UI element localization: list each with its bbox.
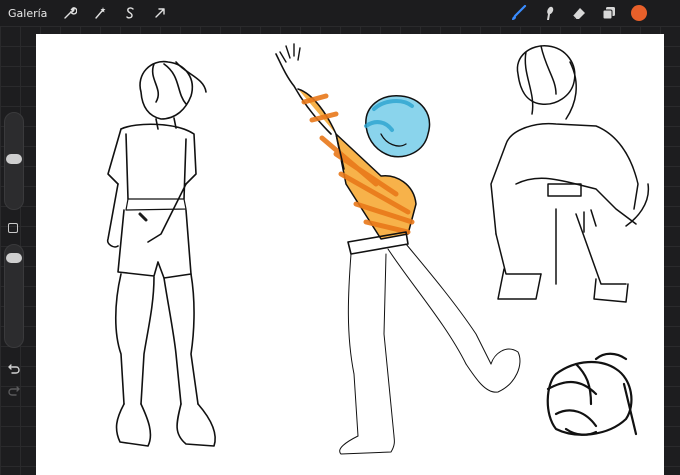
wrench-icon[interactable] (59, 2, 81, 24)
brush-size-thumb[interactable] (6, 154, 22, 165)
smudge-icon[interactable] (534, 2, 564, 24)
figure-waving (275, 43, 521, 455)
figure-standing (106, 60, 216, 447)
active-color-swatch[interactable] (631, 5, 647, 21)
layers-icon[interactable] (594, 2, 624, 24)
selection-s-icon[interactable] (119, 2, 141, 24)
magic-wand-icon[interactable] (89, 2, 111, 24)
head-scribble (546, 352, 638, 436)
right-tools (504, 2, 654, 24)
drawing-canvas[interactable] (36, 34, 664, 475)
modify-button[interactable] (8, 223, 18, 233)
opacity-slider[interactable] (4, 244, 24, 348)
sidebar (2, 112, 26, 402)
brush-size-slider[interactable] (4, 112, 24, 210)
color-picker-button[interactable] (624, 2, 654, 24)
figure-sitting (490, 45, 650, 303)
gallery-button[interactable]: Galería (8, 7, 47, 20)
eraser-icon[interactable] (564, 2, 594, 24)
undo-button[interactable] (7, 360, 21, 374)
sketch-artwork (106, 43, 650, 455)
redo-button[interactable] (7, 382, 21, 396)
brush-icon[interactable] (504, 2, 534, 24)
move-arrow-icon[interactable] (149, 2, 171, 24)
opacity-thumb[interactable] (6, 252, 22, 263)
top-toolbar: Galería (0, 0, 680, 26)
